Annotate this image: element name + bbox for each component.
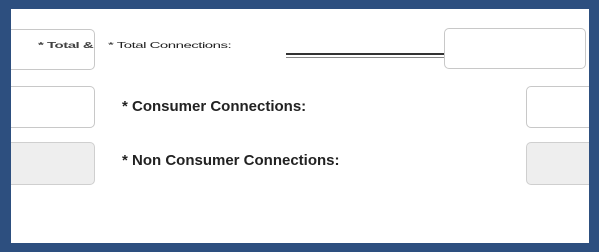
total-connections-input[interactable]: [444, 28, 586, 69]
total-connections-label: * Total & * Total Connections:: [38, 40, 232, 51]
left-field-consumer[interactable]: [11, 86, 95, 128]
consumer-connections-input[interactable]: [526, 86, 589, 128]
left-field-non-consumer: [11, 142, 95, 185]
total-label-text: * Total Connections:: [108, 40, 232, 51]
consumer-connections-label: * Consumer Connections:: [122, 98, 307, 115]
form-panel: * Total & * Total Connections: * Consume…: [11, 9, 589, 243]
non-consumer-connections-label: * Non Consumer Connections:: [122, 152, 340, 169]
total-label-ghost: * Total &: [38, 40, 94, 51]
non-consumer-connections-input: [526, 142, 589, 185]
